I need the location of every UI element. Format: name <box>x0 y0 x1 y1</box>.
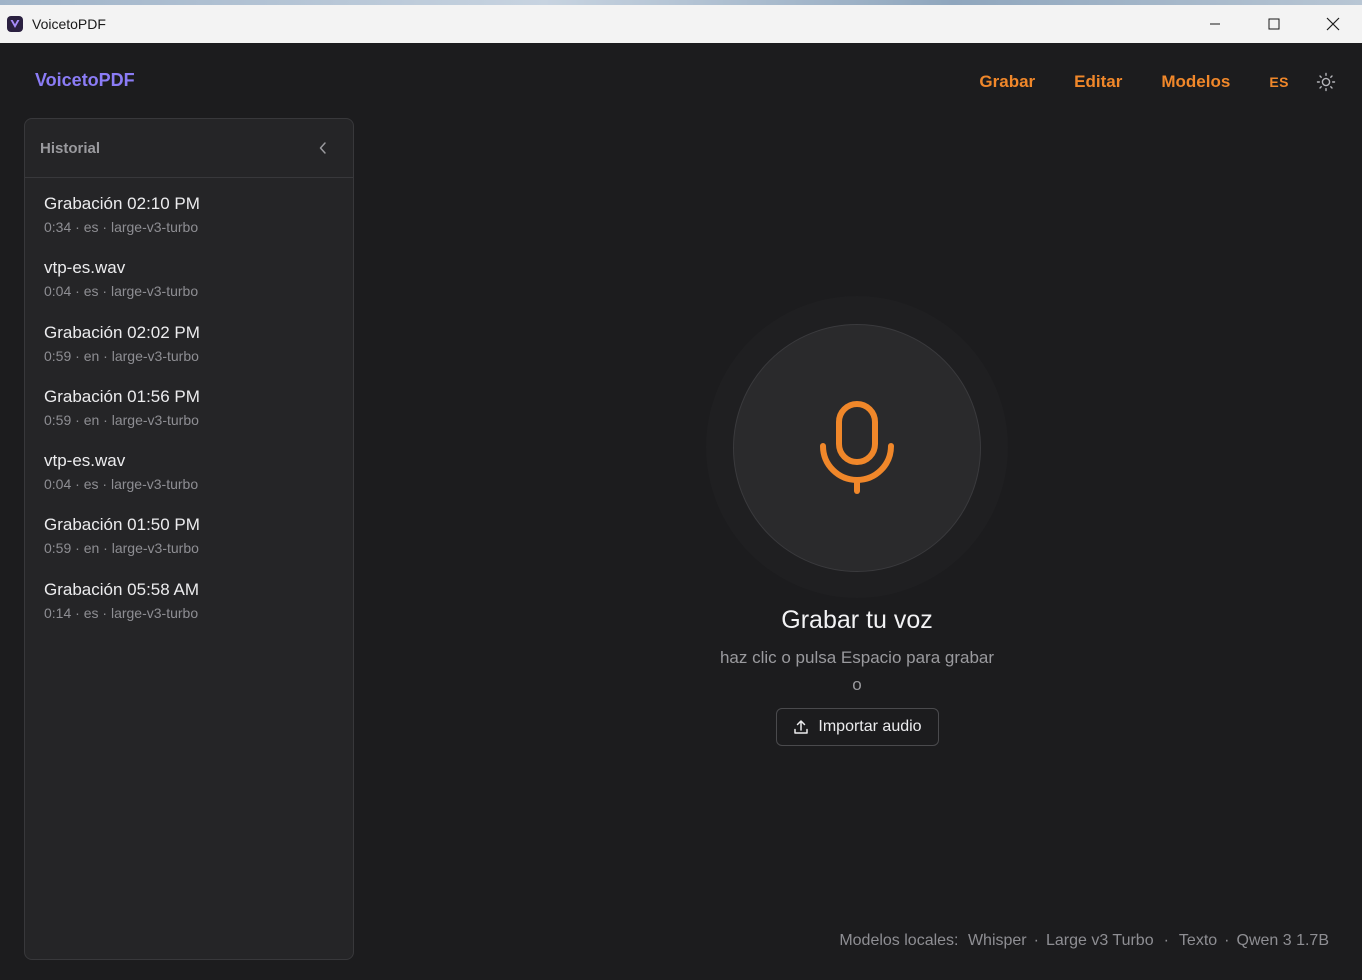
app-icon <box>7 16 23 32</box>
minimize-icon <box>1209 23 1220 25</box>
app-body: VoicetoPDF Grabar Editar Modelos ES Hist… <box>0 43 1362 980</box>
history-item-title: vtp-es.wav <box>44 258 126 278</box>
collapse-sidebar-button[interactable] <box>315 140 331 156</box>
window-titlebar[interactable]: VoicetoPDF <box>0 5 1362 43</box>
window-controls <box>1185 5 1362 43</box>
window-title: VoicetoPDF <box>32 16 106 32</box>
maximize-button[interactable] <box>1244 5 1303 43</box>
record-title: Grabar tu voz <box>781 606 933 634</box>
history-item[interactable]: Grabación 01:50 PM 0:59 · en · large-v3-… <box>25 515 353 579</box>
top-navigation: Grabar Editar Modelos ES <box>979 69 1362 95</box>
or-separator: o <box>852 675 862 694</box>
speech-model: Large v3 Turbo <box>1045 932 1154 949</box>
import-audio-label: Importar audio <box>818 718 922 735</box>
language-toggle[interactable]: ES <box>1269 74 1289 90</box>
history-item-meta: 0:59 · en · large-v3-turbo <box>44 411 199 428</box>
sun-icon <box>1316 72 1336 92</box>
record-hint: haz clic o pulsa Espacio para grabar <box>719 648 995 667</box>
history-list: Grabación 02:10 PM 0:34 · es · large-v3-… <box>25 178 353 644</box>
history-item-meta: 0:59 · en · large-v3-turbo <box>44 347 199 364</box>
text-label: Texto <box>1178 932 1218 949</box>
history-item[interactable]: Grabación 05:58 AM 0:14 · es · large-v3-… <box>25 580 353 644</box>
text-model: Qwen 3 1.7B <box>1236 932 1330 949</box>
record-button[interactable] <box>733 324 981 572</box>
history-item[interactable]: vtp-es.wav 0:04 · es · large-v3-turbo <box>25 451 353 515</box>
history-item-title: Grabación 01:50 PM <box>44 515 200 535</box>
history-item-title: vtp-es.wav <box>44 451 126 471</box>
sidebar-title: Historial <box>40 139 101 157</box>
history-item-meta: 0:59 · en · large-v3-turbo <box>44 540 199 557</box>
nav-modelos[interactable]: Modelos <box>1161 72 1230 92</box>
brand-logo[interactable]: VoicetoPDF <box>35 70 135 91</box>
history-item-meta: 0:04 · es · large-v3-turbo <box>44 283 199 300</box>
history-item[interactable]: Grabación 01:56 PM 0:59 · en · large-v3-… <box>25 387 353 451</box>
history-item[interactable]: Grabación 02:02 PM 0:59 · en · large-v3-… <box>25 323 353 387</box>
minimize-button[interactable] <box>1185 5 1244 43</box>
chevron-left-icon <box>319 142 326 154</box>
status-prefix: Modelos locales: <box>839 932 959 949</box>
history-item-meta: 0:14 · es · large-v3-turbo <box>44 604 199 621</box>
upload-icon <box>794 720 809 734</box>
local-models-status: Modelos locales: Whisper · Large v3 Turbo ·… <box>839 932 1330 949</box>
history-item-title: Grabación 01:56 PM <box>44 386 200 406</box>
history-item-title: Grabación 02:02 PM <box>44 322 200 342</box>
speech-engine: Whisper <box>967 932 1027 949</box>
maximize-icon <box>1268 18 1279 30</box>
nav-editar[interactable]: Editar <box>1074 72 1122 92</box>
history-sidebar: Historial Grabación 02:10 PM 0:34 · es ·… <box>24 118 354 960</box>
theme-toggle-button[interactable] <box>1315 71 1337 93</box>
history-item-meta: 0:34 · es · large-v3-turbo <box>44 219 199 235</box>
import-audio-button[interactable]: Importar audio <box>776 708 939 746</box>
sidebar-header: Historial <box>25 119 353 178</box>
history-item[interactable]: Grabación 02:10 PM 0:34 · es · large-v3-… <box>25 194 353 258</box>
close-icon <box>1326 17 1339 31</box>
nav-grabar[interactable]: Grabar <box>979 72 1035 92</box>
history-item-title: Grabación 05:58 AM <box>44 579 199 599</box>
history-item[interactable]: vtp-es.wav 0:04 · es · large-v3-turbo <box>25 258 353 322</box>
microphone-icon <box>820 401 894 494</box>
history-item-title: Grabación 02:10 PM <box>44 194 200 213</box>
history-item-meta: 0:04 · es · large-v3-turbo <box>44 476 199 493</box>
close-button[interactable] <box>1303 5 1362 43</box>
